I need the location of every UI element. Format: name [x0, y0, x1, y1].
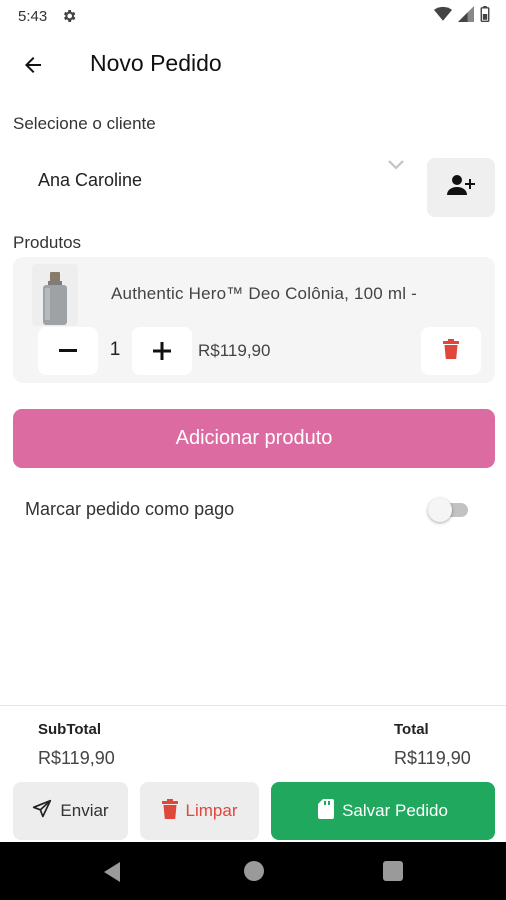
- back-arrow-icon[interactable]: [20, 52, 46, 78]
- add-product-button[interactable]: Adicionar produto: [13, 409, 495, 468]
- clear-label: Limpar: [185, 801, 238, 820]
- footer-divider: [0, 705, 506, 706]
- wifi-icon: [434, 6, 452, 27]
- product-name: Authentic Hero™ Deo Colônia, 100 ml -: [111, 284, 417, 303]
- battery-icon: [480, 5, 490, 27]
- add-product-label: Adicionar produto: [175, 427, 333, 449]
- client-dropdown[interactable]: Ana Caroline: [14, 152, 414, 208]
- nav-recents-icon[interactable]: [383, 861, 403, 881]
- nav-back-icon[interactable]: [102, 861, 122, 888]
- send-button[interactable]: Enviar: [13, 782, 128, 840]
- send-icon: [32, 799, 52, 824]
- product-price: R$119,90: [198, 341, 271, 360]
- signal-icon: [458, 5, 474, 27]
- client-label: Selecione o cliente: [13, 114, 156, 133]
- total-value: R$119,90: [394, 748, 471, 768]
- product-image: [32, 264, 78, 326]
- app-bar: Novo Pedido: [0, 32, 506, 98]
- mark-paid-label: Marcar pedido como pago: [25, 499, 235, 519]
- save-order-button[interactable]: Salvar Pedido: [271, 782, 495, 840]
- clear-button[interactable]: Limpar: [140, 782, 259, 840]
- status-bar: 5:43: [0, 0, 506, 32]
- status-time: 5:43: [18, 7, 48, 25]
- delete-product-button[interactable]: [421, 327, 481, 375]
- toggle-thumb: [428, 498, 452, 522]
- person-add-icon: [446, 173, 476, 202]
- product-item: Authentic Hero™ Deo Colônia, 100 ml - 1 …: [13, 257, 495, 383]
- page-title: Novo Pedido: [90, 50, 222, 76]
- decrease-quantity-button[interactable]: [38, 327, 98, 375]
- mark-paid-toggle[interactable]: [428, 498, 470, 522]
- trash-icon: [443, 338, 459, 364]
- increase-quantity-button[interactable]: [132, 327, 192, 375]
- send-label: Enviar: [60, 801, 109, 820]
- chevron-down-icon[interactable]: [386, 158, 406, 174]
- gear-icon: [61, 8, 77, 24]
- status-icons: [434, 5, 490, 27]
- navigation-bar: [0, 842, 506, 900]
- save-label: Salvar Pedido: [342, 801, 448, 820]
- client-selected-value: Ana Caroline: [38, 169, 143, 190]
- subtotal-value: R$119,90: [38, 748, 115, 768]
- nav-home-icon[interactable]: [244, 861, 264, 881]
- subtotal-label: SubTotal: [38, 721, 102, 738]
- total-label: Total: [394, 721, 429, 738]
- sd-card-icon: [318, 798, 335, 824]
- trash-icon: [161, 798, 178, 824]
- products-label: Produtos: [13, 233, 82, 252]
- add-client-button[interactable]: [427, 158, 495, 217]
- quantity-value: 1: [109, 339, 121, 360]
